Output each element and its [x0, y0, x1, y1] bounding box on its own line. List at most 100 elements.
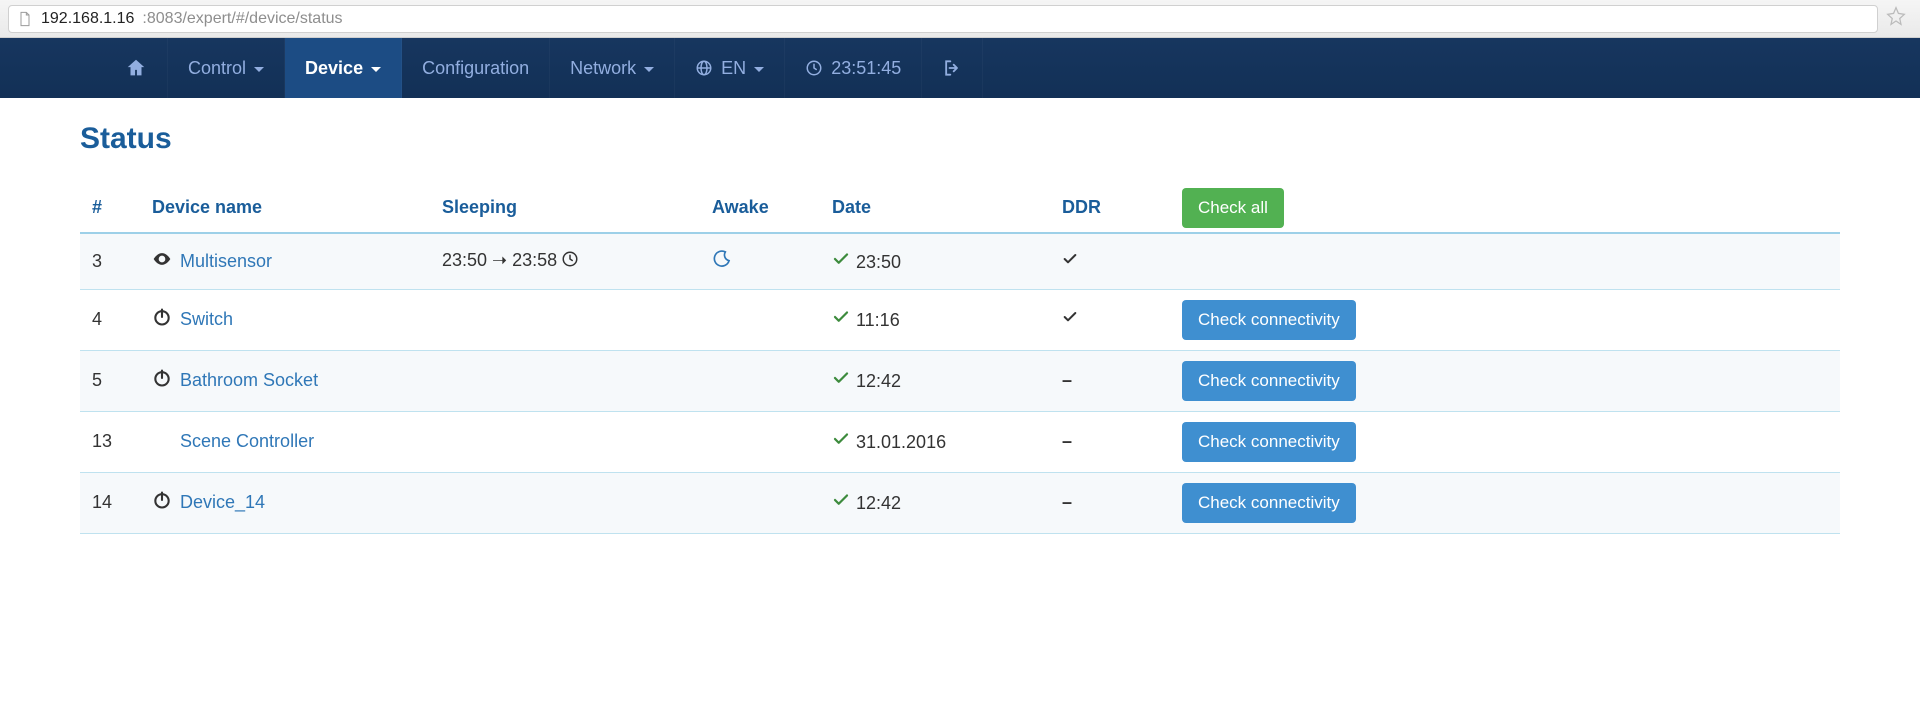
- cell-action: Check connectivity: [1170, 411, 1840, 472]
- nav-network[interactable]: Network: [550, 38, 675, 98]
- browser-address-bar: 192.168.1.16 :8083/expert/#/device/status: [0, 0, 1920, 38]
- cell-sleeping: [430, 472, 700, 533]
- power-icon: [152, 490, 172, 515]
- cell-action: Check connectivity: [1170, 472, 1840, 533]
- col-name[interactable]: Device name: [140, 184, 430, 233]
- page-container: Status # Device name Sleeping Awake Date…: [0, 98, 1920, 558]
- check-connectivity-button[interactable]: Check connectivity: [1182, 300, 1356, 340]
- clock-icon: [561, 252, 579, 272]
- check-icon: [1062, 251, 1078, 271]
- moon-icon: [712, 253, 732, 273]
- col-sleeping[interactable]: Sleeping: [430, 184, 700, 233]
- nav-device[interactable]: Device: [285, 38, 402, 98]
- check-icon: [832, 252, 850, 272]
- cell-action: Check connectivity: [1170, 350, 1840, 411]
- cell-date: 12:42: [820, 350, 1050, 411]
- check-icon: [832, 371, 850, 391]
- caret-down-icon: [371, 67, 381, 72]
- check-icon: [832, 432, 850, 452]
- nav-logout[interactable]: [922, 38, 983, 98]
- cell-awake: [700, 411, 820, 472]
- cell-date: 12:42: [820, 472, 1050, 533]
- cell-action: [1170, 233, 1840, 289]
- check-icon: [832, 310, 850, 330]
- nav-configuration[interactable]: Configuration: [402, 38, 550, 98]
- cell-sleeping: [430, 350, 700, 411]
- cell-ddr: –: [1050, 350, 1170, 411]
- cell-date: 11:16: [820, 289, 1050, 350]
- cell-id: 3: [80, 233, 140, 289]
- check-connectivity-button[interactable]: Check connectivity: [1182, 483, 1356, 523]
- cell-date: 23:50: [820, 233, 1050, 289]
- device-link[interactable]: Multisensor: [180, 251, 272, 272]
- dash-icon: –: [1062, 431, 1072, 451]
- page-icon: [17, 11, 33, 27]
- dash-icon: –: [1062, 370, 1072, 390]
- col-ddr[interactable]: DDR: [1050, 184, 1170, 233]
- check-connectivity-button[interactable]: Check connectivity: [1182, 422, 1356, 462]
- nav-control-label: Control: [188, 58, 246, 79]
- caret-down-icon: [754, 67, 764, 72]
- cell-device-name: Bathroom Socket: [140, 350, 430, 411]
- cell-action: Check connectivity: [1170, 289, 1840, 350]
- cell-ddr: –: [1050, 472, 1170, 533]
- device-link[interactable]: Device_14: [180, 492, 265, 513]
- cell-ddr: [1050, 289, 1170, 350]
- nav-language[interactable]: EN: [675, 38, 785, 98]
- bookmark-star-icon[interactable]: [1886, 6, 1906, 31]
- check-all-button[interactable]: Check all: [1182, 188, 1284, 228]
- power-icon: [152, 307, 172, 332]
- nav-time: 23:51:45: [785, 38, 922, 98]
- nav-configuration-label: Configuration: [422, 58, 529, 79]
- cell-sleeping: [430, 289, 700, 350]
- nav-language-label: EN: [721, 58, 746, 79]
- table-row: 3 Multisensor 23:50 ➝ 23:58 23:50: [80, 233, 1840, 289]
- caret-down-icon: [644, 67, 654, 72]
- cell-sleeping: 23:50 ➝ 23:58: [430, 233, 700, 289]
- cell-awake: [700, 472, 820, 533]
- cell-date: 31.01.2016: [820, 411, 1050, 472]
- cell-id: 4: [80, 289, 140, 350]
- nav-device-label: Device: [305, 58, 363, 79]
- dash-icon: –: [1062, 492, 1072, 512]
- table-row: 14 Device_14 12:42– Check connectivity: [80, 472, 1840, 533]
- device-link[interactable]: Switch: [180, 309, 233, 330]
- nav-network-label: Network: [570, 58, 636, 79]
- cell-awake: [700, 350, 820, 411]
- clock-icon: [805, 59, 823, 77]
- col-id[interactable]: #: [80, 184, 140, 233]
- table-row: 13Scene Controller31.01.2016–Check conne…: [80, 411, 1840, 472]
- device-link[interactable]: Bathroom Socket: [180, 370, 318, 391]
- top-nav: Control Device Configuration Network EN …: [0, 38, 1920, 98]
- cell-device-name: Switch: [140, 289, 430, 350]
- nav-control[interactable]: Control: [168, 38, 285, 98]
- url-path: :8083/expert/#/device/status: [142, 10, 342, 28]
- logout-icon: [942, 58, 962, 78]
- table-row: 5 Bathroom Socket 12:42– Check connectivity: [80, 350, 1840, 411]
- nav-home[interactable]: [105, 38, 168, 98]
- power-icon: [152, 368, 172, 393]
- check-connectivity-button[interactable]: Check connectivity: [1182, 361, 1356, 401]
- page-title: Status: [80, 122, 1840, 156]
- nav-time-label: 23:51:45: [831, 58, 901, 79]
- cell-awake: [700, 289, 820, 350]
- url-host: 192.168.1.16: [41, 10, 134, 28]
- col-awake[interactable]: Awake: [700, 184, 820, 233]
- cell-device-name: Scene Controller: [140, 411, 430, 472]
- status-table: # Device name Sleeping Awake Date DDR Ch…: [80, 184, 1840, 534]
- url-input[interactable]: 192.168.1.16 :8083/expert/#/device/status: [8, 5, 1878, 33]
- globe-icon: [695, 59, 713, 77]
- device-link[interactable]: Scene Controller: [180, 431, 314, 452]
- eye-icon: [152, 249, 172, 274]
- col-action: Check all: [1170, 184, 1840, 233]
- cell-id: 5: [80, 350, 140, 411]
- check-icon: [1062, 309, 1078, 329]
- cell-device-name: Device_14: [140, 472, 430, 533]
- caret-down-icon: [254, 67, 264, 72]
- cell-id: 14: [80, 472, 140, 533]
- cell-ddr: [1050, 233, 1170, 289]
- cell-device-name: Multisensor: [140, 233, 430, 289]
- check-icon: [832, 493, 850, 513]
- cell-ddr: –: [1050, 411, 1170, 472]
- col-date[interactable]: Date: [820, 184, 1050, 233]
